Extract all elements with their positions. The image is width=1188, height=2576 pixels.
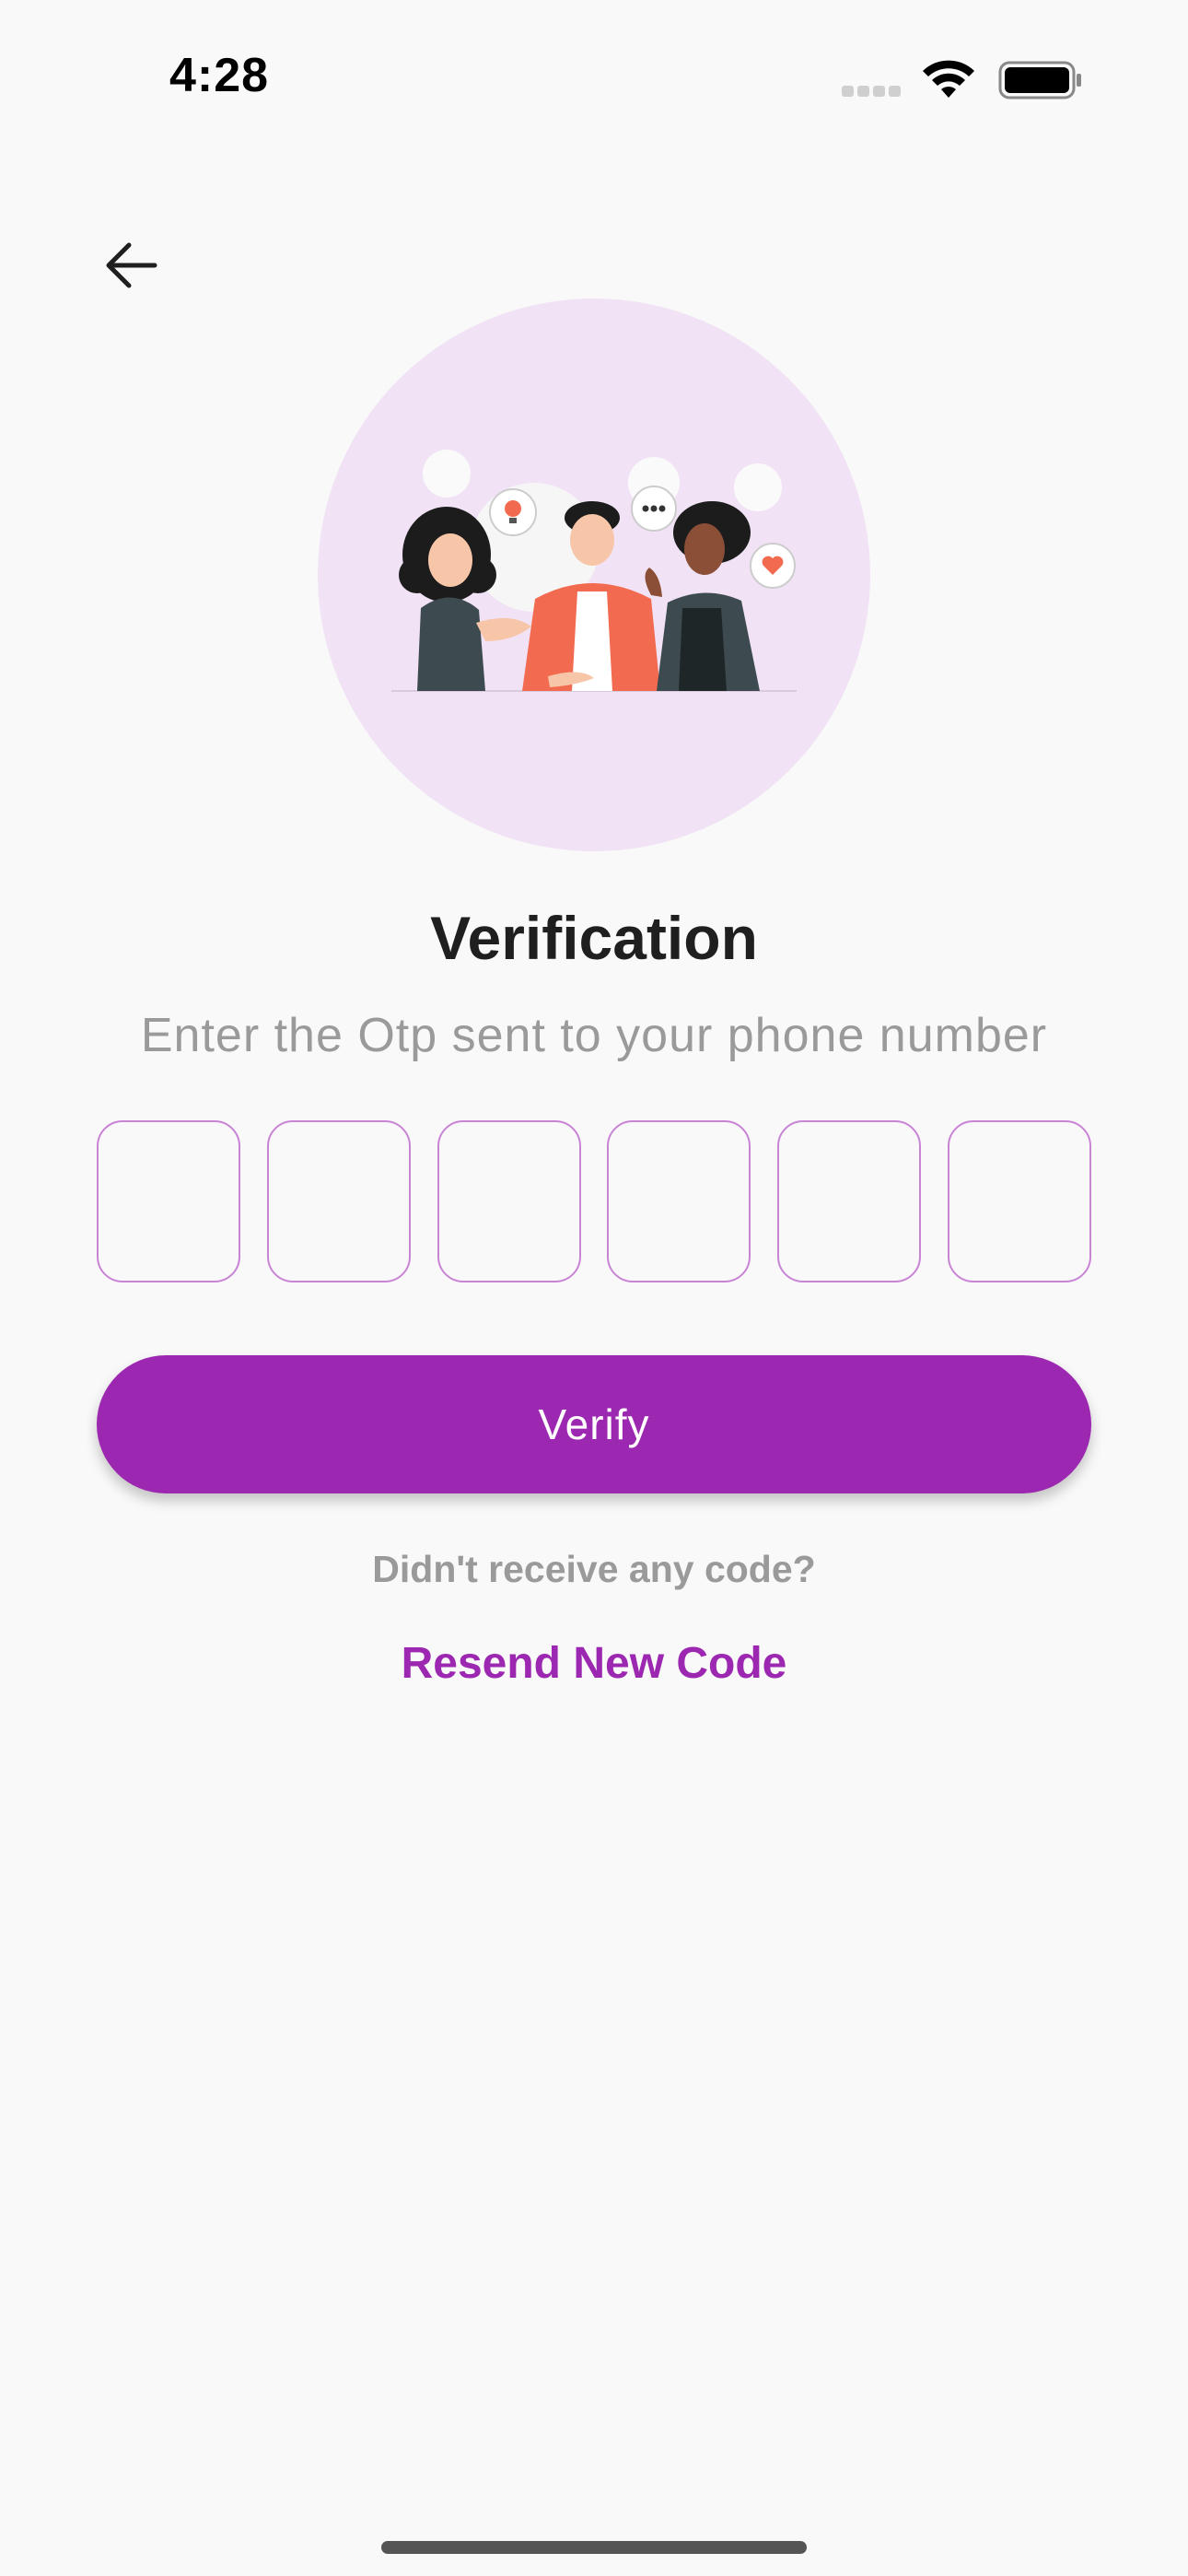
battery-icon bbox=[998, 61, 1081, 100]
three-people-chatting-illustration bbox=[391, 450, 797, 692]
wifi-icon bbox=[923, 60, 974, 98]
home-indicator[interactable] bbox=[381, 2541, 807, 2554]
otp-digit-2[interactable] bbox=[266, 1120, 411, 1282]
back-arrow-icon[interactable] bbox=[101, 238, 162, 293]
status-bar: 4:28 bbox=[0, 0, 1188, 157]
otp-digit-4[interactable] bbox=[607, 1120, 751, 1282]
verify-button[interactable]: Verify bbox=[97, 1355, 1091, 1493]
hero-illustration bbox=[318, 299, 870, 851]
no-code-text: Didn't receive any code? bbox=[372, 1548, 816, 1590]
page-subtitle: Enter the Otp sent to your phone number bbox=[140, 1009, 1048, 1062]
otp-digit-3[interactable] bbox=[437, 1120, 581, 1282]
page-title: Verification bbox=[430, 904, 758, 972]
cellular-signal-icon bbox=[842, 85, 906, 98]
otp-digit-5[interactable] bbox=[777, 1120, 922, 1282]
otp-digit-1[interactable] bbox=[97, 1120, 240, 1282]
status-time: 4:28 bbox=[169, 49, 270, 102]
resend-code-link[interactable]: Resend New Code bbox=[0, 1638, 1188, 1689]
otp-digit-6[interactable] bbox=[947, 1120, 1091, 1282]
otp-input-row bbox=[97, 1120, 1091, 1284]
